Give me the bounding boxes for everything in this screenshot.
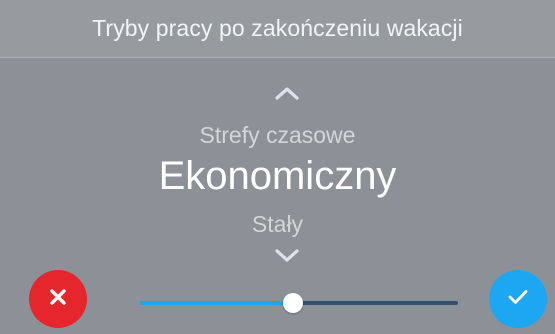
value-slider[interactable] [140,286,458,320]
mode-picker[interactable]: Strefy czasowe Ekonomiczny Stały [0,58,555,268]
chevron-down-icon[interactable] [264,243,310,269]
work-mode-dialog: Tryby pracy po zakończeniu wakacji Stref… [0,0,555,334]
close-icon [48,287,68,312]
selected-option[interactable]: Ekonomiczny [0,156,555,196]
previous-option[interactable]: Strefy czasowe [0,124,555,147]
chevron-up-icon[interactable] [264,80,310,106]
dialog-header: Tryby pracy po zakończeniu wakacji [0,0,555,58]
next-option[interactable]: Stały [0,213,555,236]
dialog-title: Tryby pracy po zakończeniu wakacji [92,15,463,41]
cancel-button[interactable] [29,270,87,328]
slider-fill [140,301,293,305]
slider-thumb[interactable] [282,293,303,313]
check-icon [506,287,530,312]
confirm-button[interactable] [489,270,547,328]
